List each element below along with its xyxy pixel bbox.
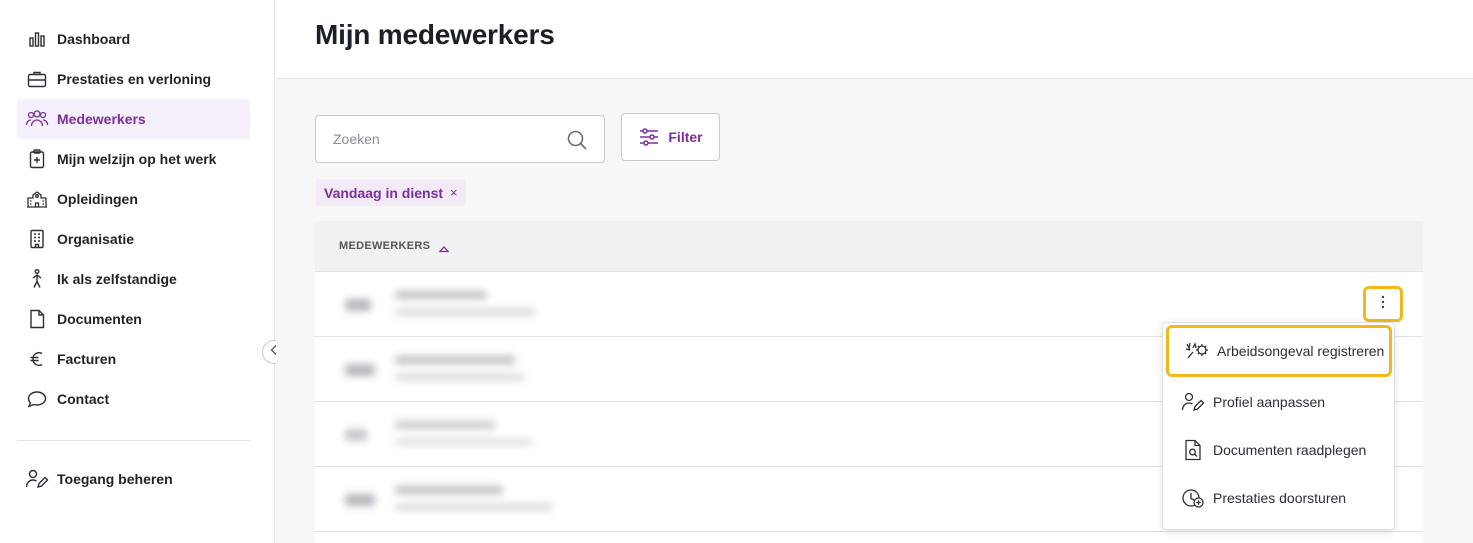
document-search-icon bbox=[1180, 437, 1206, 463]
menu-item-arbeidsongeval-registreren[interactable]: Arbeidsongeval registreren bbox=[1166, 325, 1392, 377]
sidebar-item-opleidingen[interactable]: Opleidingen bbox=[17, 179, 250, 219]
avatar bbox=[343, 291, 379, 319]
avatar bbox=[343, 421, 379, 449]
page-title: Mijn medewerkers bbox=[315, 19, 555, 50]
filter-chip-label: Vandaag in dienst bbox=[324, 184, 444, 201]
employee-email-redacted bbox=[395, 307, 535, 319]
employee-email-redacted bbox=[395, 437, 533, 449]
employee-name-redacted bbox=[395, 288, 487, 303]
search-icon[interactable] bbox=[566, 129, 588, 151]
employee-name-redacted bbox=[395, 353, 515, 368]
sidebar-item-facturen[interactable]: Facturen bbox=[17, 339, 250, 379]
sliders-icon bbox=[638, 126, 660, 148]
sidebar-divider bbox=[17, 440, 250, 441]
person-walking-icon bbox=[25, 267, 49, 291]
sidebar-item-medewerkers[interactable]: Medewerkers bbox=[17, 99, 250, 139]
sidebar-bottom: Toegang beheren bbox=[17, 459, 250, 499]
filter-button-label: Filter bbox=[668, 129, 703, 145]
row-actions-button[interactable] bbox=[1363, 286, 1403, 322]
user-edit-icon bbox=[1180, 389, 1206, 415]
search-box bbox=[315, 115, 605, 163]
sort-ascending-icon[interactable] bbox=[438, 241, 450, 253]
menu-item-label: Documenten raadplegen bbox=[1213, 442, 1367, 458]
sidebar-item-label: Toegang beheren bbox=[57, 471, 173, 487]
sidebar-item-toegang-beheren[interactable]: Toegang beheren bbox=[17, 459, 250, 499]
sidebar-item-organisatie[interactable]: Organisatie bbox=[17, 219, 250, 259]
column-header-medewerkers[interactable]: MEDEWERKERS bbox=[339, 240, 430, 252]
search-input[interactable] bbox=[317, 117, 557, 161]
menu-item-label: Profiel aanpassen bbox=[1213, 394, 1326, 410]
sidebar-item-label: Ik als zelfstandige bbox=[57, 271, 177, 287]
sidebar-item-label: Documenten bbox=[57, 311, 142, 327]
menu-item-documenten-raadplegen[interactable]: Documenten raadplegen bbox=[1165, 426, 1394, 474]
sidebar-item-label: Prestaties en verloning bbox=[57, 71, 212, 87]
briefcase-icon bbox=[25, 67, 49, 91]
filter-button[interactable]: Filter bbox=[621, 113, 720, 161]
menu-item-prestaties-doorsturen[interactable]: Prestaties doorsturen bbox=[1165, 474, 1394, 522]
sidebar-item-welzijn[interactable]: Mijn welzijn op het werk bbox=[17, 139, 250, 179]
sidebar-item-prestaties[interactable]: Prestaties en verloning bbox=[17, 59, 250, 99]
filter-chip-remove-button[interactable]: × bbox=[450, 185, 458, 200]
sidebar-item-contact[interactable]: Contact bbox=[17, 379, 250, 419]
more-vertical-icon bbox=[1381, 295, 1385, 314]
menu-item-label: Prestaties doorsturen bbox=[1213, 490, 1347, 506]
bar-chart-icon bbox=[25, 27, 49, 51]
employee-name-redacted bbox=[395, 418, 495, 433]
clipboard-plus-icon bbox=[25, 147, 49, 171]
sidebar-item-label: Opleidingen bbox=[57, 191, 138, 207]
building-icon bbox=[25, 227, 49, 251]
menu-item-label: Arbeidsongeval registreren bbox=[1217, 343, 1385, 359]
page-header: Mijn medewerkers bbox=[276, 0, 1473, 79]
sidebar-item-label: Facturen bbox=[57, 351, 117, 367]
table-header: MEDEWERKERS bbox=[315, 221, 1423, 272]
row-actions-menu: Arbeidsongeval registreren Profiel aanpa… bbox=[1162, 322, 1395, 530]
sidebar-nav: Dashboard Prestaties en verloning Medewe… bbox=[17, 19, 250, 419]
app-root: Dashboard Prestaties en verloning Medewe… bbox=[0, 0, 1473, 543]
avatar bbox=[343, 486, 379, 514]
filter-chip-vandaag-in-dienst: Vandaag in dienst × bbox=[316, 179, 466, 206]
employee-email-redacted bbox=[395, 502, 553, 514]
avatar bbox=[343, 356, 379, 384]
chat-bubble-icon bbox=[25, 387, 49, 411]
sidebar-item-dashboard[interactable]: Dashboard bbox=[17, 19, 250, 59]
sidebar-item-label: Medewerkers bbox=[57, 111, 146, 127]
euro-icon bbox=[25, 347, 49, 371]
sidebar-item-label: Organisatie bbox=[57, 231, 135, 247]
accident-icon bbox=[1184, 338, 1210, 364]
sidebar-item-zelfstandige[interactable]: Ik als zelfstandige bbox=[17, 259, 250, 299]
employee-name-redacted bbox=[395, 483, 503, 498]
sidebar-item-label: Mijn welzijn op het werk bbox=[57, 151, 217, 167]
sidebar: Dashboard Prestaties en verloning Medewe… bbox=[0, 0, 275, 543]
user-edit-icon bbox=[25, 467, 49, 491]
users-icon bbox=[25, 107, 49, 131]
school-building-icon bbox=[25, 187, 49, 211]
sidebar-item-documenten[interactable]: Documenten bbox=[17, 299, 250, 339]
clock-send-icon bbox=[1180, 485, 1206, 511]
menu-item-profiel-aanpassen[interactable]: Profiel aanpassen bbox=[1165, 378, 1394, 426]
employee-email-redacted bbox=[395, 372, 525, 384]
sidebar-item-label: Contact bbox=[57, 391, 110, 407]
document-icon bbox=[25, 307, 49, 331]
sidebar-item-label: Dashboard bbox=[57, 31, 131, 47]
